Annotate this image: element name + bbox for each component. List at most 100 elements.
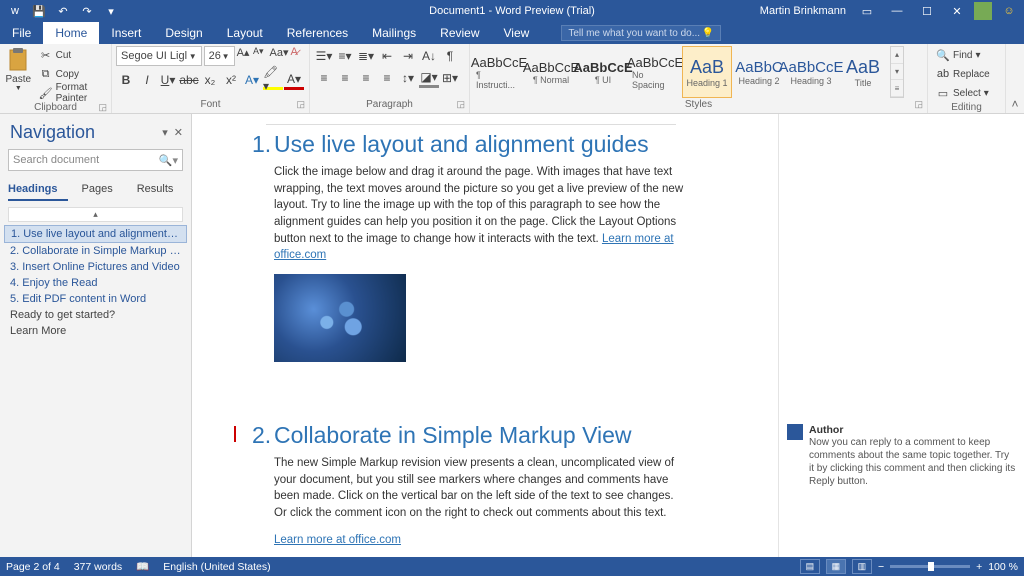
tab-design[interactable]: Design (153, 22, 214, 44)
line-spacing-button[interactable]: ↕▾ (398, 68, 418, 88)
nav-close-icon[interactable]: ✕ (174, 126, 183, 139)
nav-collapse-icon[interactable]: ▴ (8, 207, 183, 222)
cut-button[interactable]: ✂Cut (35, 46, 107, 64)
minimize-icon[interactable]: — (882, 0, 912, 22)
nav-menu-icon[interactable]: ▾ (162, 126, 168, 139)
paragraph-dialog-icon[interactable]: ◲ (456, 99, 465, 110)
nav-item[interactable]: 4. Enjoy the Read (4, 275, 187, 291)
style-heading-3[interactable]: AaBbCcEHeading 3 (786, 46, 836, 98)
paste-button[interactable]: Paste ▼ (4, 46, 33, 102)
maximize-icon[interactable]: ☐ (912, 0, 942, 22)
comment[interactable]: Author Now you can reply to a comment to… (787, 424, 1016, 488)
inline-image[interactable] (274, 274, 406, 362)
nav-tab-pages[interactable]: Pages (82, 179, 123, 201)
select-button[interactable]: ▭Select ▾ (932, 84, 994, 102)
view-web-icon[interactable]: ▥ (852, 559, 872, 574)
style---normal[interactable]: AaBbCcE¶ Normal (526, 46, 576, 98)
user-avatar[interactable] (974, 2, 992, 20)
nav-item[interactable]: Learn More (4, 323, 187, 339)
find-button[interactable]: 🔍Find ▾ (932, 46, 994, 64)
show-marks-button[interactable]: ¶ (440, 46, 460, 66)
nav-search-input[interactable]: Search document 🔍▾ (8, 149, 183, 171)
change-case-icon[interactable]: Aa▾ (270, 46, 289, 66)
replace-button[interactable]: abReplace (932, 65, 994, 83)
superscript-button[interactable]: x² (221, 70, 241, 90)
format-painter-button[interactable]: 🖌Format Painter (35, 84, 107, 102)
user-name[interactable]: Martin Brinkmann (760, 5, 852, 17)
borders-button[interactable]: ⊞▾ (440, 68, 460, 88)
clipboard-dialog-icon[interactable]: ◲ (98, 102, 107, 113)
decrease-indent-button[interactable]: ⇤ (377, 46, 397, 66)
status-language[interactable]: English (United States) (163, 561, 270, 573)
ribbon-options-icon[interactable]: ▭ (852, 0, 882, 22)
redo-icon[interactable]: ↷ (76, 2, 98, 20)
highlight-button[interactable]: 🖍▾ (263, 70, 283, 90)
link-learn-more-2[interactable]: Learn more at office.com (274, 534, 401, 546)
numbering-button[interactable]: ≡▾ (335, 46, 355, 66)
undo-icon[interactable]: ↶ (52, 2, 74, 20)
styles-gallery-scroll[interactable]: ▴▾≡ (890, 46, 904, 98)
subscript-button[interactable]: x₂ (200, 70, 220, 90)
tab-references[interactable]: References (275, 22, 360, 44)
heading-1[interactable]: 1.Use live layout and alignment guides (252, 131, 760, 158)
increase-indent-button[interactable]: ⇥ (398, 46, 418, 66)
zoom-in-icon[interactable]: + (976, 561, 982, 573)
shrink-font-icon[interactable]: A▾ (253, 46, 267, 66)
styles-dialog-icon[interactable]: ◲ (914, 99, 923, 110)
clear-format-icon[interactable]: A̷ (291, 46, 305, 66)
italic-button[interactable]: I (137, 70, 157, 90)
save-icon[interactable]: 💾 (28, 2, 50, 20)
nav-item[interactable]: 2. Collaborate in Simple Markup View (4, 243, 187, 259)
font-dialog-icon[interactable]: ◲ (296, 99, 305, 110)
align-right-button[interactable]: ≡ (356, 68, 376, 88)
zoom-out-icon[interactable]: − (878, 561, 884, 573)
style-title[interactable]: AaBTitle (838, 46, 888, 98)
font-color-button[interactable]: A▾ (284, 70, 304, 90)
style-no-spacing[interactable]: AaBbCcENo Spacing (630, 46, 680, 98)
heading-2[interactable]: 2.Collaborate in Simple Markup View (252, 422, 760, 449)
close-icon[interactable]: ✕ (942, 0, 972, 22)
strike-button[interactable]: abc (179, 70, 199, 90)
underline-button[interactable]: U▾ (158, 70, 178, 90)
status-page[interactable]: Page 2 of 4 (6, 561, 60, 573)
nav-item[interactable]: 5. Edit PDF content in Word (4, 291, 187, 307)
font-name-combo[interactable]: Segoe UI Ligl▼ (116, 46, 202, 66)
view-read-icon[interactable]: ▤ (800, 559, 820, 574)
change-marker[interactable] (234, 426, 236, 442)
tab-home[interactable]: Home (43, 22, 99, 44)
paragraph-2[interactable]: The new Simple Markup revision view pres… (274, 455, 684, 522)
status-words[interactable]: 377 words (74, 561, 122, 573)
style-heading-1[interactable]: AaBHeading 1 (682, 46, 732, 98)
tab-file[interactable]: File (0, 22, 43, 44)
emoji-icon[interactable]: ☺ (994, 0, 1024, 22)
tab-insert[interactable]: Insert (99, 22, 153, 44)
tab-view[interactable]: View (492, 22, 542, 44)
nav-item[interactable]: Ready to get started? (4, 307, 187, 323)
shading-button[interactable]: ◪▾ (419, 68, 439, 88)
document-page[interactable]: 1.Use live layout and alignment guides C… (192, 114, 778, 557)
tab-layout[interactable]: Layout (215, 22, 275, 44)
copy-button[interactable]: ⧉Copy (35, 65, 107, 83)
style-heading-2[interactable]: AaBbCHeading 2 (734, 46, 784, 98)
zoom-slider[interactable] (890, 565, 970, 568)
grow-font-icon[interactable]: A▴ (237, 46, 251, 66)
style---ui[interactable]: AaBbCcE¶ UI (578, 46, 628, 98)
view-print-icon[interactable]: ▦ (826, 559, 846, 574)
qat-customize-icon[interactable]: ▾ (100, 2, 122, 20)
tab-review[interactable]: Review (428, 22, 491, 44)
font-size-combo[interactable]: 26▼ (204, 46, 235, 66)
zoom-level[interactable]: 100 % (988, 561, 1018, 573)
collapse-ribbon-icon[interactable]: ˄ (1006, 44, 1024, 113)
style---instructi---[interactable]: AaBbCcE¶ Instructi... (474, 46, 524, 98)
nav-item[interactable]: 3. Insert Online Pictures and Video (4, 259, 187, 275)
justify-button[interactable]: ≡ (377, 68, 397, 88)
word-icon[interactable]: w (4, 2, 26, 20)
sort-button[interactable]: A↓ (419, 46, 439, 66)
bullets-button[interactable]: ☰▾ (314, 46, 334, 66)
nav-tab-results[interactable]: Results (137, 179, 184, 201)
nav-item[interactable]: 1. Use live layout and alignment gui... (4, 225, 187, 243)
tab-mailings[interactable]: Mailings (360, 22, 428, 44)
bold-button[interactable]: B (116, 70, 136, 90)
text-effects-button[interactable]: A▾ (242, 70, 262, 90)
paragraph-1[interactable]: Click the image below and drag it around… (274, 164, 684, 264)
